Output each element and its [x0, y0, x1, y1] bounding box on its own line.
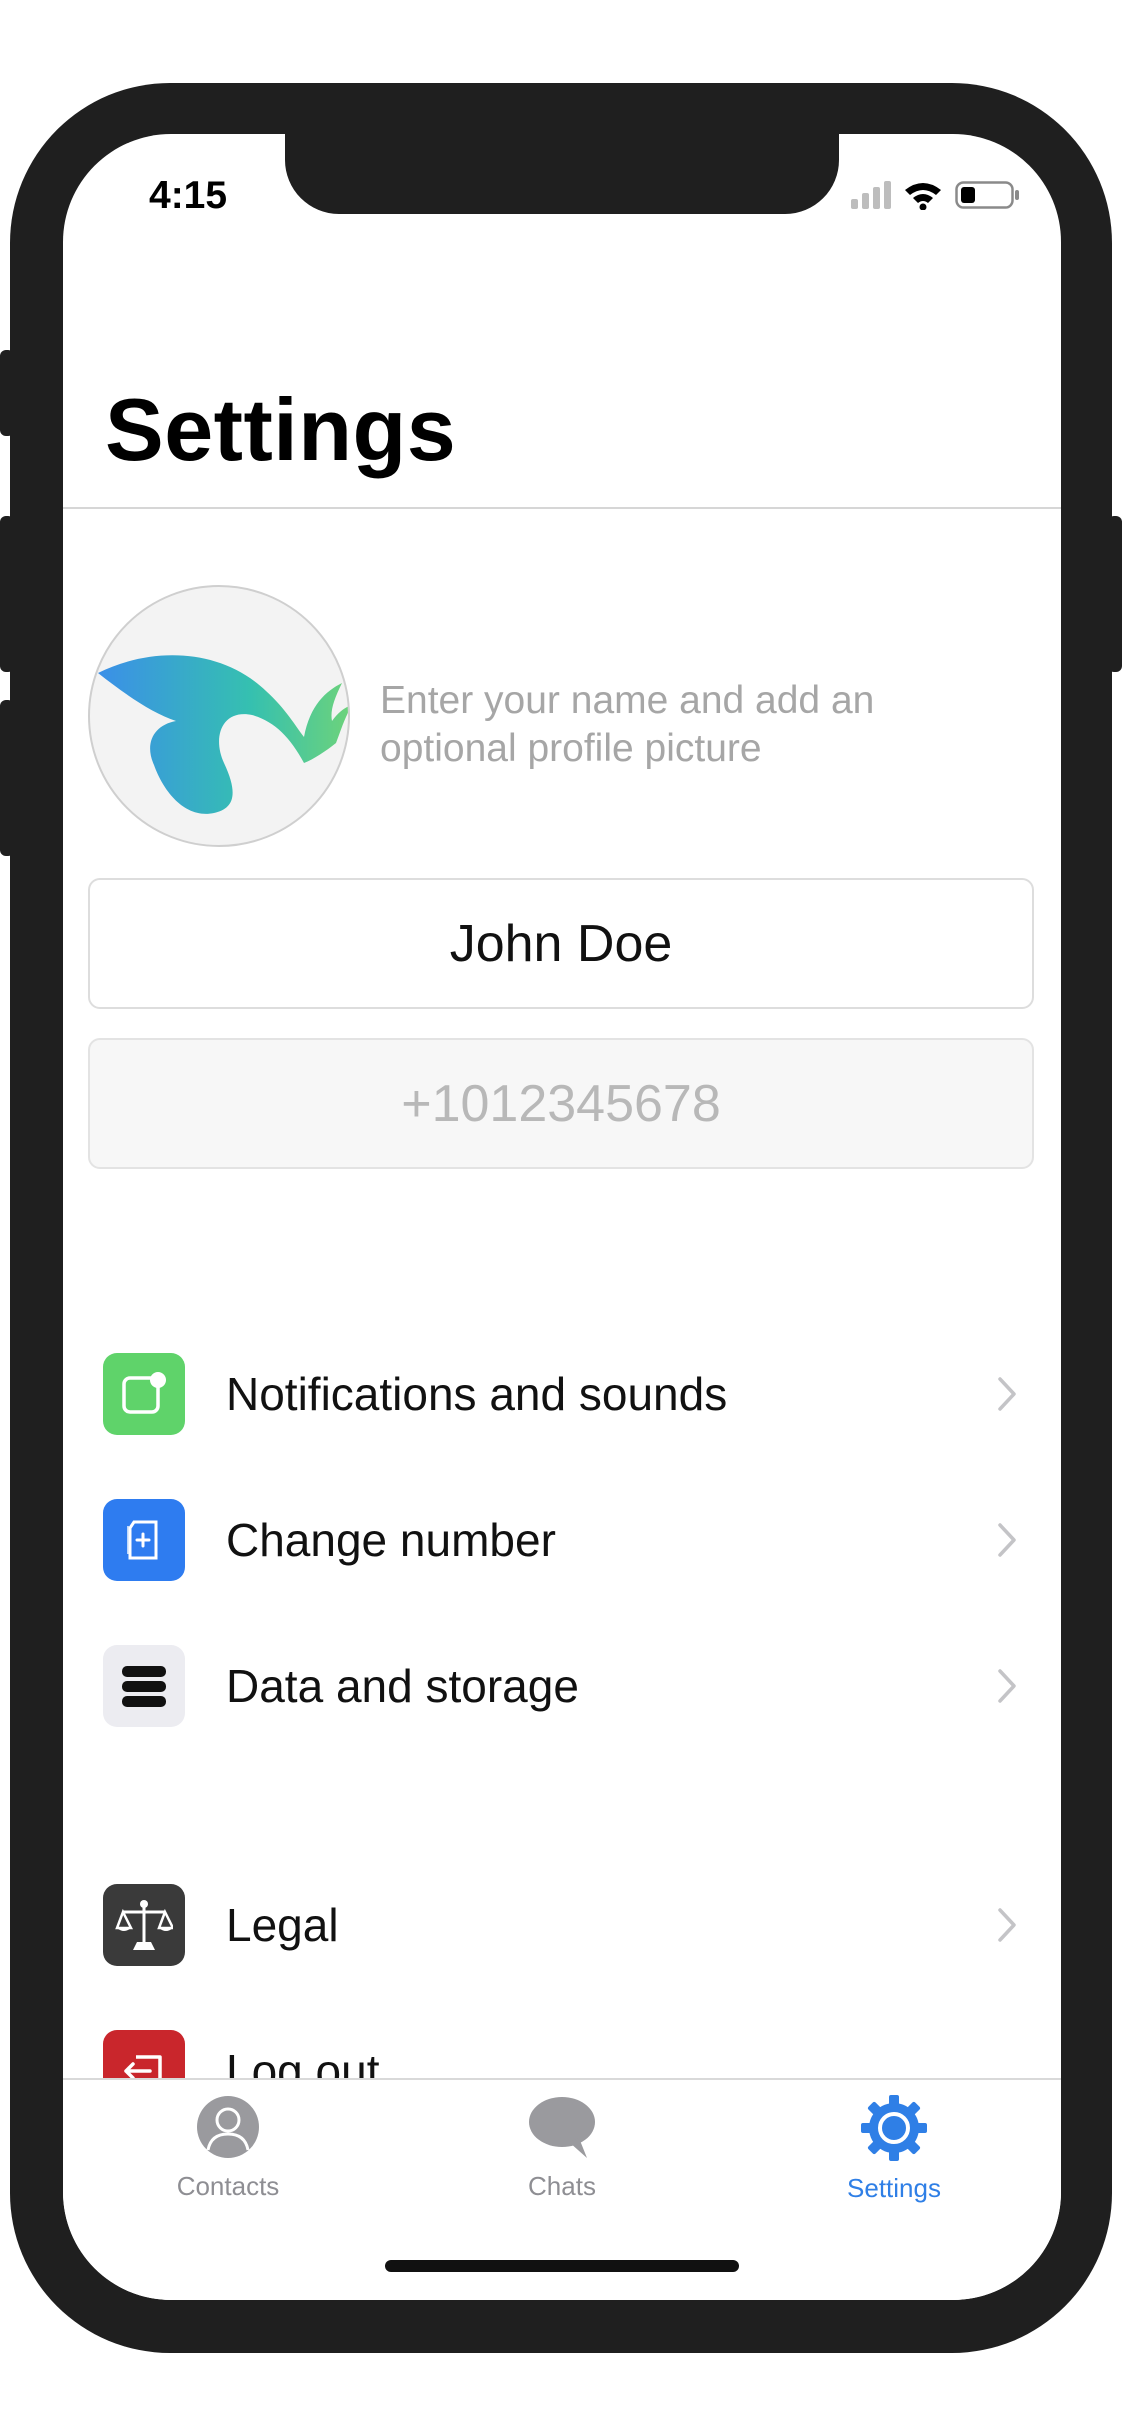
page-title: Settings — [105, 380, 457, 479]
notch — [285, 134, 839, 214]
chevron-right-icon — [997, 1668, 1017, 1709]
tab-label: Settings — [847, 2173, 941, 2203]
settings-row-legal[interactable]: Legal — [63, 1865, 1061, 1985]
wifi-icon — [903, 180, 943, 210]
sim-card-icon — [103, 1499, 185, 1581]
storage-icon — [103, 1645, 185, 1727]
chevron-right-icon — [997, 1907, 1017, 1948]
status-time: 4:15 — [149, 174, 228, 217]
screen: 4:15 Settings Enter your name and add an… — [63, 134, 1061, 2300]
settings-row-label: Legal — [226, 1899, 339, 1951]
settings-row-change-number[interactable]: Change number — [63, 1480, 1061, 1600]
settings-row-data-storage[interactable]: Data and storage — [63, 1626, 1061, 1746]
status-icons — [851, 178, 1021, 212]
tab-contacts[interactable]: Contacts — [128, 2094, 328, 2202]
home-indicator — [385, 2260, 739, 2272]
gear-icon — [861, 2095, 927, 2161]
tab-label: Contacts — [176, 2171, 280, 2201]
tab-settings[interactable]: Settings — [794, 2094, 994, 2204]
settings-row-label: Change number — [226, 1514, 556, 1566]
profile-hint: Enter your name and add an optional prof… — [380, 679, 875, 770]
settings-row-notifications[interactable]: Notifications and sounds — [63, 1334, 1061, 1454]
tab-label: Chats — [528, 2171, 596, 2201]
chevron-right-icon — [997, 1522, 1017, 1563]
chat-bubble-icon — [529, 2097, 595, 2158]
phone-field: +1012345678 — [88, 1038, 1034, 1169]
profile-section: Enter your name and add an optional prof… — [88, 585, 1038, 849]
battery-icon — [955, 179, 1021, 211]
name-field[interactable]: John Doe — [88, 878, 1034, 1009]
settings-row-label: Notifications and sounds — [226, 1368, 728, 1420]
scales-icon — [103, 1884, 185, 1966]
tab-chats[interactable]: Chats — [462, 2094, 662, 2202]
signal-icon — [851, 181, 891, 209]
notification-icon — [103, 1353, 185, 1435]
profile-avatar[interactable] — [88, 585, 350, 847]
header-divider — [63, 507, 1061, 509]
bird-logo-icon — [98, 655, 348, 814]
settings-row-label: Data and storage — [226, 1660, 579, 1712]
tab-bar: Contacts Chats Settings — [63, 2078, 1061, 2300]
person-icon — [197, 2096, 259, 2158]
chevron-right-icon — [997, 1376, 1017, 1417]
